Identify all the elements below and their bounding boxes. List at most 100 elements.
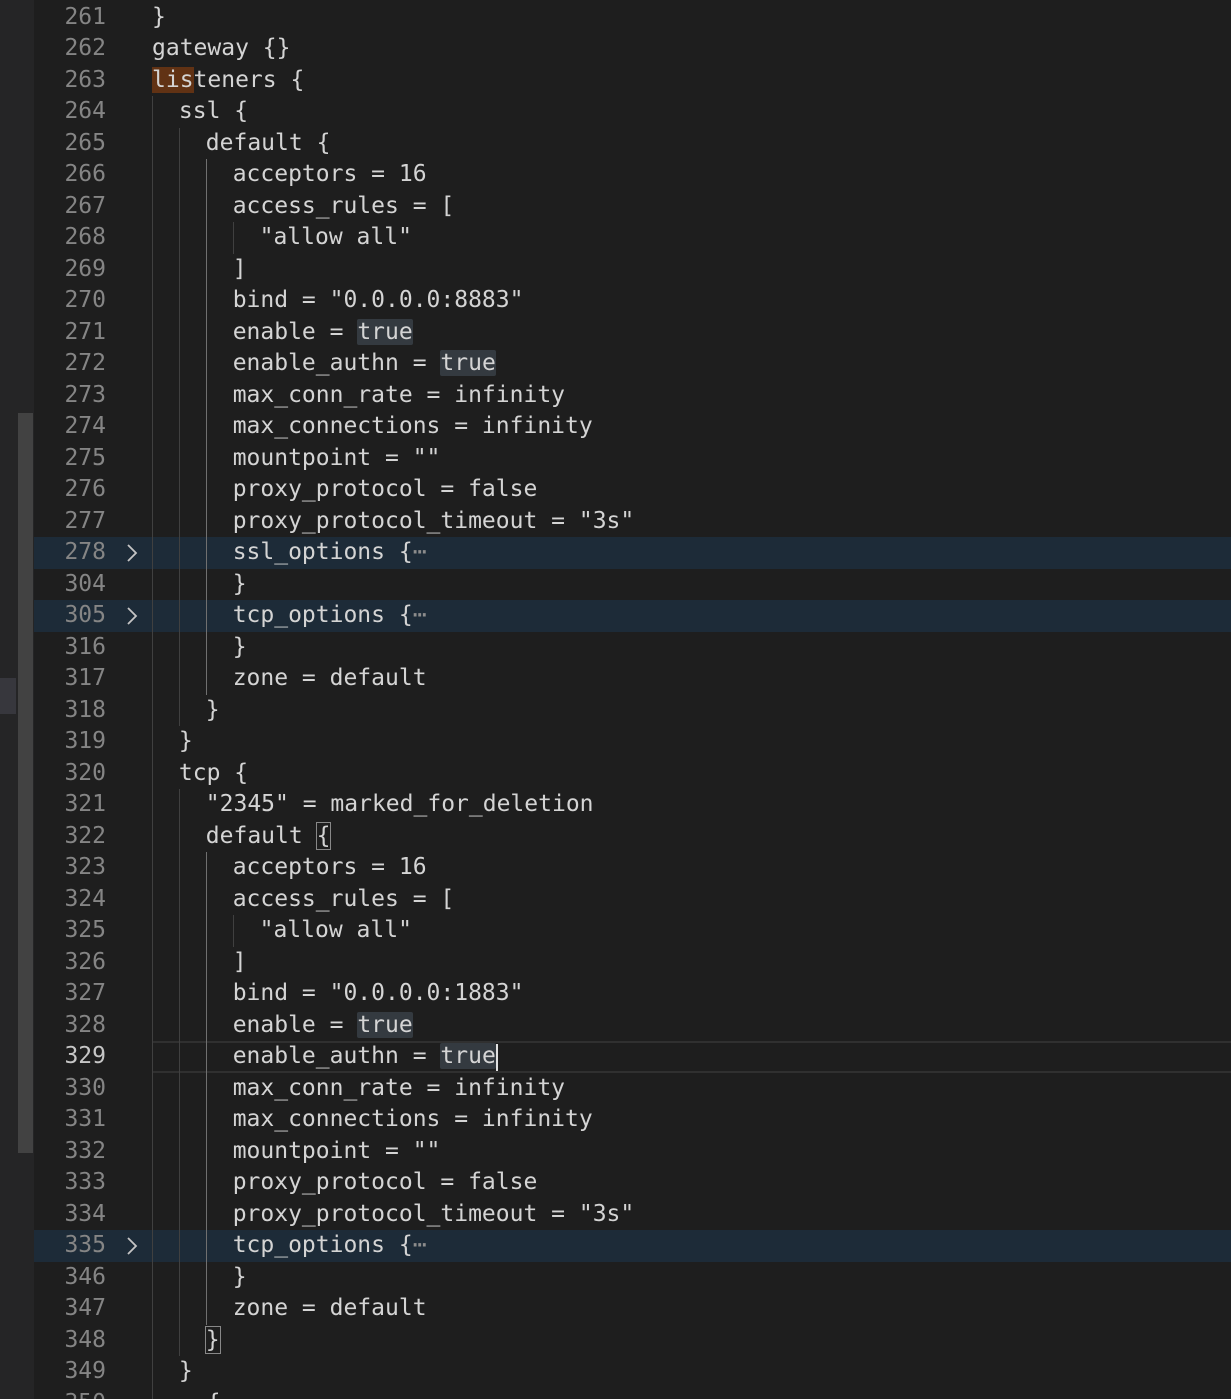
code-line[interactable]: 331 max_connections = infinity [34, 1104, 1231, 1136]
code-area[interactable]: } [152, 726, 1231, 758]
code-area[interactable]: } [152, 694, 1231, 726]
code-line[interactable]: 271 enable = true [34, 316, 1231, 348]
code-area[interactable]: enable = true [152, 316, 1231, 348]
code-line[interactable]: 264 ssl { [34, 96, 1231, 128]
code-area[interactable]: ssl_options {⋯ [152, 537, 1231, 569]
code-line[interactable]: 278 ssl_options {⋯ [34, 537, 1231, 569]
code-line[interactable]: 349} [34, 1356, 1231, 1388]
code-line[interactable]: 268 "allow all" [34, 222, 1231, 254]
code-area[interactable]: zone = default [152, 1293, 1231, 1325]
code-line[interactable]: 262 gateway {} [34, 33, 1231, 65]
code-area[interactable]: zone = default [152, 663, 1231, 695]
code-line[interactable]: 332 mountpoint = "" [34, 1135, 1231, 1167]
code-area[interactable]: } [152, 1261, 1231, 1293]
code-area[interactable]: default { [152, 820, 1231, 852]
code-area[interactable]: ] [152, 253, 1231, 285]
code-line[interactable]: 347 zone = default [34, 1293, 1231, 1325]
code-line[interactable]: 348} [34, 1324, 1231, 1356]
code-area[interactable]: enable = true [152, 1009, 1231, 1041]
code-area[interactable]: acceptors = 16 [152, 159, 1231, 191]
code-area[interactable]: "2345" = marked_for_deletion [152, 789, 1231, 821]
code-area[interactable]: ] [152, 946, 1231, 978]
code-line[interactable]: 318} [34, 694, 1231, 726]
code-line[interactable]: 275 mountpoint = "" [34, 442, 1231, 474]
code-line[interactable]: 323 acceptors = 16 [34, 852, 1231, 884]
code-line[interactable]: 321 "2345" = marked_for_deletion [34, 789, 1231, 821]
code-area[interactable]: } [152, 2, 1231, 34]
code-line[interactable]: 263 listeners { [34, 65, 1231, 97]
code-area[interactable]: tcp { [152, 757, 1231, 789]
code-area[interactable]: max_connections = infinity [152, 1104, 1231, 1136]
chevron-right-icon[interactable] [122, 1236, 142, 1256]
code-line[interactable]: 267 access_rules = [ [34, 190, 1231, 222]
code-line[interactable]: 346} [34, 1261, 1231, 1293]
code-area[interactable]: access_rules = [ [152, 190, 1231, 222]
code-area[interactable]: } [152, 1324, 1231, 1356]
code-area[interactable]: listeners { [152, 65, 1231, 97]
code-line[interactable]: 335 tcp_options {⋯ [34, 1230, 1231, 1262]
code-line[interactable]: 328 enable = true [34, 1009, 1231, 1041]
code-area[interactable]: tcp_options {⋯ [152, 1230, 1231, 1262]
code-area[interactable]: default { [152, 127, 1231, 159]
code-line[interactable]: 276 proxy_protocol = false [34, 474, 1231, 506]
code-line[interactable]: 325 "allow all" [34, 915, 1231, 947]
code-area[interactable]: max_conn_rate = infinity [152, 1072, 1231, 1104]
code-area[interactable]: "allow all" [152, 915, 1231, 947]
code-area[interactable]: } [152, 1356, 1231, 1388]
code-line[interactable]: 324 access_rules = [ [34, 883, 1231, 915]
code-area[interactable]: proxy_protocol = false [152, 474, 1231, 506]
code-line[interactable]: 334 proxy_protocol_timeout = "3s" [34, 1198, 1231, 1230]
code-line[interactable]: 333 proxy_protocol = false [34, 1167, 1231, 1199]
code-line[interactable]: 327 bind = "0.0.0.0:1883" [34, 978, 1231, 1010]
code-area[interactable]: enable_authn = true [152, 348, 1231, 380]
code-line[interactable]: 272 enable_authn = true [34, 348, 1231, 380]
code-line[interactable]: 266 acceptors = 16 [34, 159, 1231, 191]
code-area[interactable]: mountpoint = "" [152, 1135, 1231, 1167]
code-area[interactable]: proxy_protocol_timeout = "3s" [152, 505, 1231, 537]
code-area[interactable]: acceptors = 16 [152, 852, 1231, 884]
code-line[interactable]: 277 proxy_protocol_timeout = "3s" [34, 505, 1231, 537]
code-line[interactable]: 330 max_conn_rate = infinity [34, 1072, 1231, 1104]
code-area[interactable]: tcp_options {⋯ [152, 600, 1231, 632]
fold-ellipsis[interactable]: ⋯ [413, 1232, 427, 1258]
code-area[interactable]: max_connections = infinity [152, 411, 1231, 443]
fold-ellipsis[interactable]: ⋯ [413, 539, 427, 565]
chevron-right-icon[interactable] [122, 543, 142, 563]
code-area[interactable]: max_conn_rate = infinity [152, 379, 1231, 411]
code-line[interactable]: 265 default { [34, 127, 1231, 159]
code-line[interactable]: 304} [34, 568, 1231, 600]
code-line[interactable]: 273 max_conn_rate = infinity [34, 379, 1231, 411]
code-line[interactable]: 316} [34, 631, 1231, 663]
code-line[interactable]: 322 default { [34, 820, 1231, 852]
code-line[interactable]: 269] [34, 253, 1231, 285]
code-line[interactable]: 320 tcp { [34, 757, 1231, 789]
code-area[interactable]: proxy_protocol_timeout = "3s" [152, 1198, 1231, 1230]
indent-guide [178, 631, 180, 663]
code-area[interactable]: enable_authn = true [152, 1041, 1231, 1073]
code-area[interactable]: gateway {} [152, 33, 1231, 65]
code-line[interactable]: 326] [34, 946, 1231, 978]
code-line[interactable]: 270 bind = "0.0.0.0:8883" [34, 285, 1231, 317]
code-line[interactable]: 261} [34, 2, 1231, 34]
code-line[interactable]: 274 max_connections = infinity [34, 411, 1231, 443]
code-area[interactable]: proxy_protocol = false [152, 1167, 1231, 1199]
code-area[interactable]: bind = "0.0.0.0:8883" [152, 285, 1231, 317]
scrollbar-thumb[interactable] [18, 413, 33, 1153]
code-area[interactable]: } [152, 568, 1231, 600]
fold-ellipsis[interactable]: ⋯ [413, 602, 427, 628]
code-area[interactable]: bind = "0.0.0.0:1883" [152, 978, 1231, 1010]
code-area[interactable]: mountpoint = "" [152, 442, 1231, 474]
code-area[interactable]: ssl { [152, 96, 1231, 128]
code-line[interactable]: 329 enable_authn = true [34, 1041, 1231, 1073]
code-line[interactable]: 305 tcp_options {⋯ [34, 600, 1231, 632]
code-line[interactable]: 319} [34, 726, 1231, 758]
code-area[interactable]: access_rules = [ [152, 883, 1231, 915]
indent-guide [178, 1261, 180, 1293]
chevron-right-icon[interactable] [122, 606, 142, 626]
code-area[interactable]: "allow all" [152, 222, 1231, 254]
code-area[interactable]: { [152, 1387, 1231, 1399]
code-line[interactable]: 317 zone = default [34, 663, 1231, 695]
code-area[interactable]: } [152, 631, 1231, 663]
code-line[interactable]: 350 { [34, 1387, 1231, 1399]
code-editor[interactable]: 261} 262 gateway {} 263 listeners {264 ssl {2… [34, 0, 1231, 1399]
